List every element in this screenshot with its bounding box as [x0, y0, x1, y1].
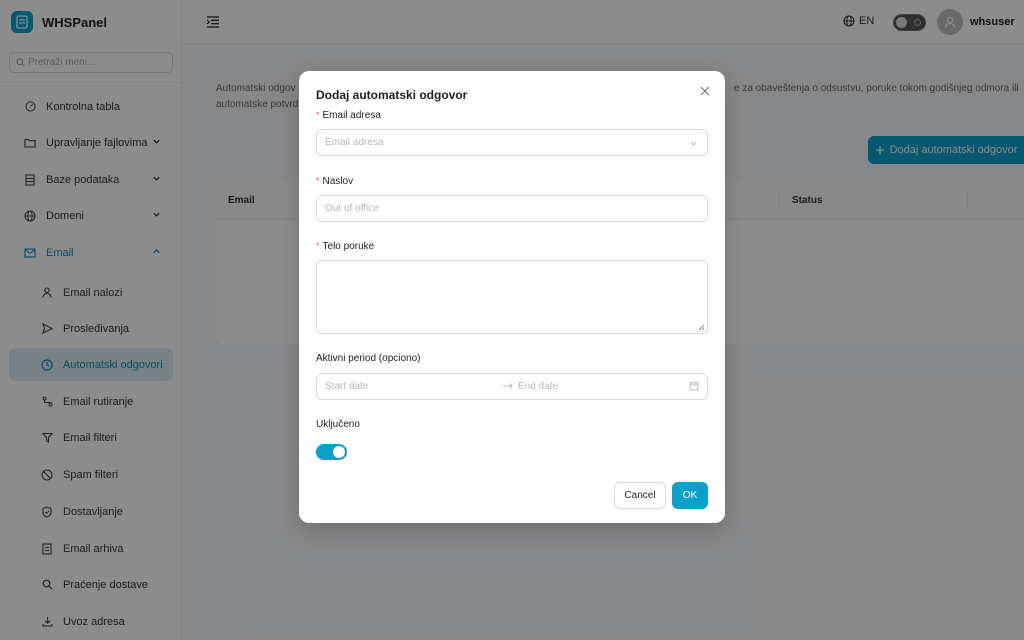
period-label: Aktivni period (opciono)	[316, 353, 421, 364]
add-autoresponder-dialog: Dodaj automatski odgovor * Email adresa E…	[299, 71, 725, 523]
subject-input[interactable]	[325, 203, 665, 214]
subject-field[interactable]	[316, 195, 708, 222]
body-label: * Telo poruke	[316, 241, 375, 252]
email-select[interactable]: Email adresa	[316, 129, 708, 156]
cancel-button[interactable]: Cancel	[614, 482, 666, 509]
body-textarea[interactable]	[316, 260, 708, 334]
ok-button[interactable]: OK	[672, 482, 708, 509]
end-date-input[interactable]: End date	[518, 381, 558, 392]
date-range-picker[interactable]: Start date End date	[316, 373, 708, 400]
calendar-icon	[689, 381, 699, 391]
resize-handle-icon[interactable]	[698, 324, 705, 331]
chevron-down-icon	[690, 141, 697, 146]
subject-label: * Naslov	[316, 176, 354, 187]
enabled-switch[interactable]	[316, 444, 347, 460]
arrow-right-icon	[503, 383, 513, 389]
email-label: * Email adresa	[316, 110, 381, 121]
enabled-label: Uključeno	[316, 419, 360, 430]
dialog-title: Dodaj automatski odgovor	[316, 88, 468, 102]
start-date-input[interactable]: Start date	[325, 381, 368, 392]
close-icon[interactable]	[699, 85, 711, 97]
